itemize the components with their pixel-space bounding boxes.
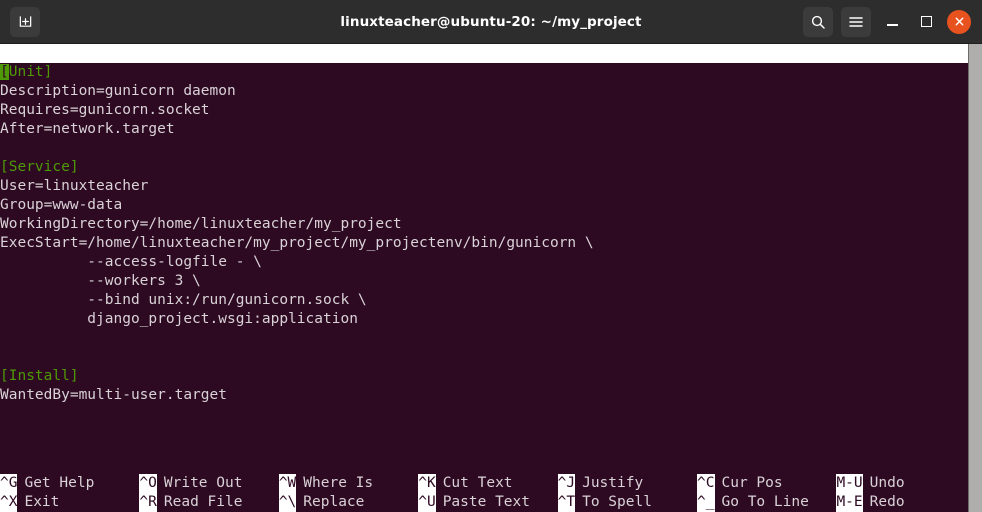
shortcut-key: ^R xyxy=(139,493,157,512)
shortcut-key: ^U xyxy=(418,493,436,512)
hamburger-menu-icon xyxy=(849,16,863,27)
minimize-icon xyxy=(886,24,898,26)
shortcut-key: ^K xyxy=(418,474,436,493)
nano-header-bar: GNU nano 4.8 /etc/systemd/system/gunicor… xyxy=(0,44,968,63)
nano-text-area[interactable]: [Unit] Description=gunicorn daemon Require… xyxy=(0,63,968,474)
editor-line: WorkingDirectory=/home/linuxteacher/my_p… xyxy=(0,216,402,232)
shortcut-label: To Spell xyxy=(582,494,652,510)
shortcut-label: Paste Text xyxy=(442,494,530,510)
shortcut-key: ^X xyxy=(0,493,18,512)
search-icon xyxy=(811,15,825,29)
shortcut-item[interactable]: ^W Where Is xyxy=(278,474,374,493)
shortcut-item[interactable]: ^O Write Out xyxy=(139,474,242,493)
shortcut-key: ^_ xyxy=(697,493,715,512)
shortcut-item[interactable]: ^G Get Help xyxy=(0,474,94,493)
editor-line: Description=gunicorn daemon xyxy=(0,83,236,99)
window-titlebar: linuxteacher@ubuntu-20: ~/my_project xyxy=(0,0,982,44)
shortcut-key: ^\ xyxy=(278,493,297,512)
shortcut-item[interactable]: ^R Read File xyxy=(139,493,242,512)
editor-line: --access-logfile - \ xyxy=(0,254,262,270)
editor-line: [Unit] xyxy=(0,64,53,80)
shortcut-label: Justify xyxy=(582,475,644,491)
editor-line: WantedBy=multi-user.target xyxy=(0,387,227,403)
maximize-button[interactable] xyxy=(913,9,939,35)
close-button[interactable] xyxy=(947,9,971,34)
editor-line: [Service] xyxy=(0,159,79,175)
maximize-icon xyxy=(920,16,932,27)
shortcut-label: Cur Pos xyxy=(721,475,783,491)
menu-button[interactable] xyxy=(841,6,871,37)
editor-line: ExecStart=/home/linuxteacher/my_project/… xyxy=(0,235,594,251)
shortcut-item[interactable]: M-E Redo xyxy=(836,493,905,512)
shortcut-label: Where Is xyxy=(303,475,374,491)
editor-line: User=linuxteacher xyxy=(0,178,149,194)
shortcut-item[interactable]: M-U Undo xyxy=(836,474,905,493)
nano-shortcut-bar: ^G Get Help ^O Write Out ^W Where Is ^K Cut Tex… xyxy=(0,474,968,512)
minimize-button[interactable] xyxy=(879,9,905,35)
shortcut-item[interactable]: ^\ Replace xyxy=(278,493,365,512)
search-button[interactable] xyxy=(803,6,833,37)
shortcut-item[interactable]: ^J Justify xyxy=(557,474,644,493)
new-tab-button[interactable] xyxy=(10,6,40,37)
shortcut-item[interactable]: ^U Paste Text xyxy=(418,493,530,512)
shortcut-key: ^T xyxy=(557,493,576,512)
shortcut-key: ^J xyxy=(557,474,576,493)
shortcut-key: ^C xyxy=(697,474,715,493)
editor-line: django_project.wsgi:application xyxy=(0,311,358,327)
shortcut-item[interactable]: ^C Cur Pos xyxy=(697,474,783,493)
shortcut-item[interactable]: ^K Cut Text xyxy=(418,474,513,493)
text-cursor: [ xyxy=(0,64,9,80)
shortcut-label: Exit xyxy=(24,494,60,510)
shortcut-label: Go To Line xyxy=(721,494,809,510)
terminal-window: linuxteacher@ubuntu-20: ~/my_project [Un… xyxy=(0,0,982,512)
titlebar-controls xyxy=(803,6,982,37)
shortcut-row-2: ^X Exit ^R Read File ^\ Replace ^U Paste Text ^T… xyxy=(0,493,968,512)
shortcut-key: ^W xyxy=(278,474,297,493)
shortcut-label: Cut Text xyxy=(442,475,513,491)
editor-line: --bind unix:/run/gunicorn.sock \ xyxy=(0,292,367,308)
shortcut-label: Read File xyxy=(163,494,243,510)
shortcut-label: Get Help xyxy=(24,475,95,491)
shortcut-label: Redo xyxy=(869,494,905,510)
shortcut-row-1: ^G Get Help ^O Write Out ^W Where Is ^K Cut Tex… xyxy=(0,474,968,493)
shortcut-key: ^G xyxy=(0,474,18,493)
shortcut-item[interactable]: ^_ Go To Line xyxy=(697,493,809,512)
shortcut-label: Undo xyxy=(869,475,905,491)
editor-line: --workers 3 \ xyxy=(0,273,201,289)
shortcut-item[interactable]: ^X Exit xyxy=(0,493,59,512)
shortcut-key: ^O xyxy=(139,474,157,493)
shortcut-key: M-E xyxy=(836,493,863,512)
editor-line: [Install] xyxy=(0,368,79,384)
shortcut-label: Write Out xyxy=(163,475,243,491)
editor-line: Group=www-data xyxy=(0,197,123,213)
new-tab-icon xyxy=(19,16,31,27)
editor-line: Requires=gunicorn.socket xyxy=(0,102,210,118)
shortcut-key: M-U xyxy=(836,474,863,493)
shortcut-item[interactable]: ^T To Spell xyxy=(557,493,652,512)
shortcut-label: Replace xyxy=(303,494,365,510)
close-icon xyxy=(955,17,963,26)
editor-line: After=network.target xyxy=(0,121,175,137)
vertical-scrollbar[interactable] xyxy=(968,44,982,512)
